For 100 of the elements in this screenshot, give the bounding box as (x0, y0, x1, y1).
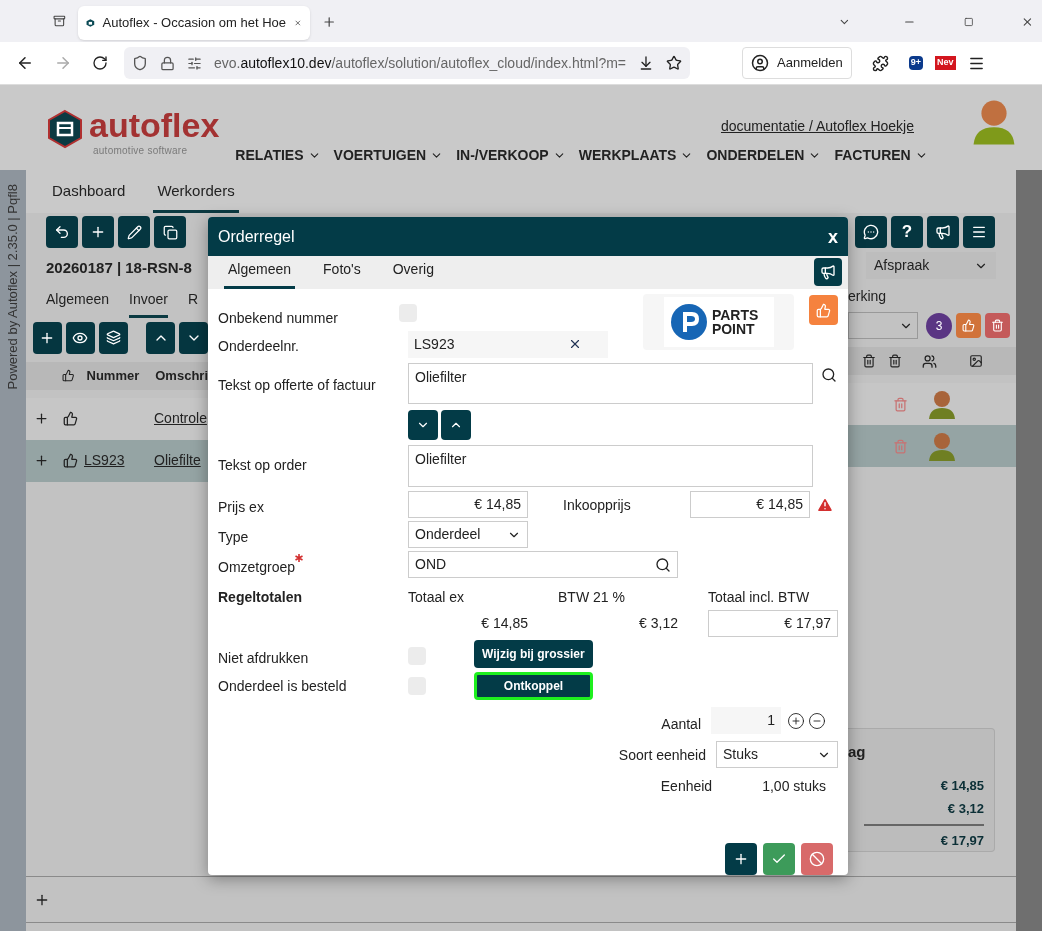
search-icon[interactable] (655, 556, 671, 573)
chat-button[interactable] (855, 216, 887, 248)
field-label: Tekst op order (218, 456, 308, 475)
move-up-button[interactable] (441, 410, 471, 440)
nav-menu-item[interactable]: VOERTUIGEN (333, 145, 444, 166)
column-label: BTW 21 % (558, 588, 626, 607)
back-icon[interactable] (16, 54, 34, 72)
thumbs-up-icon (816, 302, 832, 318)
unit-type-select[interactable]: Stuks (716, 741, 838, 768)
field-label: Onderdeelnr. (218, 336, 300, 356)
status-select[interactable]: Afspraak (866, 252, 996, 279)
bookmark-icon[interactable] (666, 55, 682, 71)
move-down-button[interactable] (408, 410, 438, 440)
add-icon (733, 851, 749, 867)
order-text-field[interactable]: Oliefilter (408, 445, 813, 487)
extension-badge[interactable]: Nev (935, 56, 956, 70)
add-button[interactable] (33, 321, 62, 354)
table-cell[interactable]: Oliefilte (154, 450, 201, 471)
help-button[interactable]: ? (891, 216, 923, 248)
signin-button[interactable]: Aanmelden (742, 47, 852, 79)
permissions-icon (186, 55, 202, 71)
column-header[interactable]: Nummer (86, 365, 140, 386)
table-cell[interactable]: Controle (154, 408, 207, 429)
column-header[interactable]: Omschri (155, 365, 208, 386)
confirm-button[interactable] (763, 843, 795, 875)
copy-icon (162, 224, 178, 240)
maximize-icon[interactable] (963, 16, 974, 28)
revenue-group-field[interactable]: OND (408, 551, 678, 578)
users-icon (922, 353, 937, 369)
order-title: 20260187 | 18-RSN-8 (45, 258, 193, 278)
unlink-button[interactable]: Ontkoppel (474, 672, 593, 700)
expand-icon[interactable] (34, 411, 49, 426)
edit-button[interactable] (118, 216, 150, 248)
extension-badge[interactable]: 9+ (908, 56, 924, 70)
clear-icon[interactable] (568, 337, 582, 351)
layers-icon (105, 330, 121, 345)
delete-icon (862, 354, 876, 368)
purchase-price-field[interactable]: € 14,85 (690, 491, 810, 518)
thumbs-up-icon[interactable] (63, 411, 78, 426)
close-button[interactable]: x (828, 224, 838, 251)
unit-value: 1,00 stuks (762, 777, 826, 796)
price-field[interactable]: € 14,85 (408, 491, 528, 518)
logo-tagline: automotive software (93, 144, 189, 158)
back-button[interactable] (46, 216, 78, 248)
part-number-field[interactable]: LS923 (408, 330, 608, 358)
dialog-tab[interactable]: Algemeen (224, 259, 296, 289)
add-button[interactable] (82, 216, 114, 248)
summary-title: ag (848, 742, 866, 762)
nav-menu-item[interactable]: RELATIES (235, 145, 321, 166)
add-button[interactable] (725, 843, 757, 875)
address-field[interactable]: evo.autoflex10.dev/autoflex/solution/autoflex_cloud/index.html?m= (124, 47, 690, 79)
view-button[interactable] (65, 321, 95, 354)
approve-button[interactable] (809, 295, 838, 325)
search-icon[interactable] (821, 367, 837, 383)
type-select[interactable]: Onderdeel (408, 521, 528, 548)
announcement-icon (935, 224, 951, 240)
dialog-tab[interactable]: Overig (388, 259, 438, 289)
table-cell[interactable]: LS923 (84, 452, 125, 468)
sub-tab[interactable]: R (187, 288, 199, 318)
delete-button[interactable] (985, 313, 1010, 338)
sub-tab[interactable]: Algemeen (46, 288, 110, 318)
nav-menu-item[interactable]: IN-/VERKOOP (456, 145, 566, 166)
thumbs-up-icon[interactable] (63, 453, 78, 468)
cancel-icon (809, 851, 825, 867)
expand-icon[interactable] (34, 453, 49, 468)
dialog-tab[interactable]: Foto's (319, 259, 365, 289)
invoice-text-field[interactable]: Oliefilter (408, 363, 813, 404)
menu-icon (971, 224, 987, 240)
announcement-button[interactable] (814, 258, 842, 286)
reload-icon[interactable] (92, 55, 108, 71)
tab-list-icon[interactable] (53, 13, 66, 29)
field-label: Type (218, 527, 250, 547)
layers-button[interactable] (98, 321, 128, 354)
nav-menu-item[interactable]: WERKPLAATS (578, 145, 694, 166)
cancel-button[interactable] (801, 843, 833, 875)
nav-menu-item[interactable]: FACTUREN (834, 145, 928, 166)
quantity-field[interactable]: 1 (711, 707, 781, 734)
move-down-button[interactable] (179, 321, 209, 354)
increase-icon[interactable] (787, 711, 805, 730)
trash-icon (888, 354, 902, 368)
documentation-link[interactable]: documentatie / Autoflex Hoekje (721, 116, 914, 137)
menu-button[interactable] (963, 216, 995, 248)
amount-text: € 3,12 (947, 800, 984, 818)
announcement-button[interactable] (927, 216, 959, 248)
table-row[interactable]: LS923 Oliefilte (26, 439, 208, 482)
decrease-icon[interactable] (808, 711, 826, 730)
main-tab[interactable]: Dashboard (48, 179, 130, 213)
total-ex-value: € 14,85 (481, 614, 528, 633)
move-up-button[interactable] (146, 321, 176, 354)
sub-tab[interactable]: erking (848, 286, 1016, 307)
nav-menu-item[interactable]: ONDERDELEN (706, 145, 822, 166)
change-at-wholesaler-button[interactable]: Wijzig bij grossier (474, 640, 593, 668)
copy-button[interactable] (154, 216, 186, 248)
chat-icon (863, 224, 879, 240)
extensions-icon[interactable] (871, 54, 889, 72)
table-row[interactable]: Controle (26, 397, 208, 440)
total-incl-field[interactable]: € 17,97 (708, 610, 838, 637)
approve-button[interactable] (956, 313, 981, 338)
sub-tab[interactable]: Invoer (129, 288, 168, 318)
browser-tab[interactable]: Autoflex - Occasion om het Hoe (77, 6, 310, 40)
